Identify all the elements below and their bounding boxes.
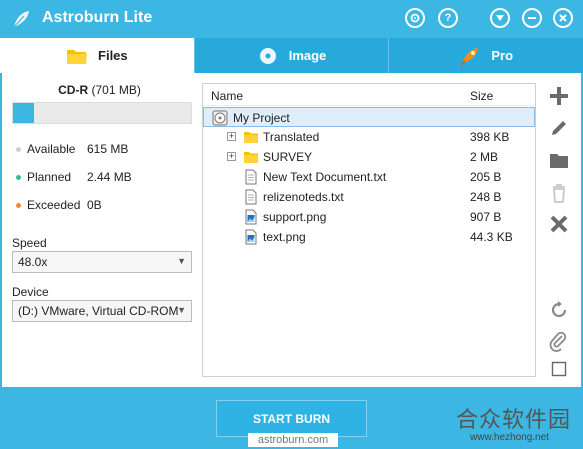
speed-value: 48.0x xyxy=(18,255,48,269)
file-size: 398 KB xyxy=(470,130,510,144)
stat-value: 615 MB xyxy=(87,142,129,156)
disc-icon xyxy=(212,110,228,126)
planned-dot xyxy=(16,174,21,180)
watermark: 合众软件园 www.hezhong.net xyxy=(450,400,580,445)
delete-icon[interactable] xyxy=(546,180,572,206)
file-size: 907 B xyxy=(470,210,502,224)
capacity-bar-fill xyxy=(13,103,35,123)
start-burn-button[interactable]: START BURN xyxy=(216,400,367,437)
capacity-bar xyxy=(12,102,192,124)
image-file-icon xyxy=(243,229,259,245)
app-title: Astroburn Lite xyxy=(42,9,153,26)
speed-label: Speed xyxy=(12,236,47,250)
file-row[interactable]: + SURVEY 2 MB xyxy=(203,147,535,167)
dropdown-icon[interactable] xyxy=(490,8,510,28)
stat-value: 2.44 MB xyxy=(87,170,132,184)
stat-label: Available xyxy=(27,142,76,156)
folder-icon xyxy=(243,149,259,165)
minimize-icon[interactable] xyxy=(522,8,542,28)
tab-label: Files xyxy=(98,48,128,63)
chevron-down-icon: ▼ xyxy=(177,305,186,315)
stat-value: 0B xyxy=(87,198,102,212)
file-name: text.png xyxy=(263,230,306,244)
file-size: 44.3 KB xyxy=(470,230,513,244)
files-panel: CD-R (701 MB) Available 615 MB Planned 2… xyxy=(2,73,581,387)
tab-label: Pro xyxy=(491,48,514,63)
tab-pro[interactable]: Pro xyxy=(388,38,583,73)
disc-capacity: (701 MB) xyxy=(91,83,141,97)
file-size: 2 MB xyxy=(470,150,499,164)
watermark-url: www.hezhong.net xyxy=(470,432,549,443)
refresh-icon[interactable] xyxy=(546,297,572,323)
file-size: 205 B xyxy=(470,170,502,184)
tab-label: Image xyxy=(288,48,327,63)
file-row[interactable]: relizenoteds.txt 248 B xyxy=(203,187,535,207)
text-file-icon xyxy=(243,189,259,205)
device-select[interactable]: (D:) VMware, Virtual CD-ROM ▼ xyxy=(12,300,192,322)
file-name: Translated xyxy=(263,130,320,144)
expand-icon[interactable]: + xyxy=(227,132,236,141)
attach-icon[interactable] xyxy=(546,329,572,355)
folder-icon xyxy=(243,129,259,145)
tab-image[interactable]: Image xyxy=(193,38,389,73)
settings-icon[interactable] xyxy=(405,8,425,28)
help-icon[interactable]: ? xyxy=(438,8,458,28)
main-tabs: Files Image Pro xyxy=(0,38,583,73)
stat-label: Exceeded xyxy=(27,198,81,212)
expand-icon[interactable]: + xyxy=(227,152,236,161)
file-row[interactable]: text.png 44.3 KB xyxy=(203,227,535,247)
file-name: New Text Document.txt xyxy=(263,170,387,184)
tab-files[interactable]: Files xyxy=(0,38,194,73)
new-folder-icon[interactable] xyxy=(546,147,572,173)
file-row[interactable]: My Project xyxy=(203,107,535,127)
file-list: Name Size My Project + Translated 398 KB + SU… xyxy=(202,83,536,377)
feather-logo-icon xyxy=(13,11,29,28)
close-icon[interactable] xyxy=(553,8,573,28)
disc-type: CD-R xyxy=(58,83,89,97)
file-row[interactable]: support.png 907 B xyxy=(203,207,535,227)
rename-icon[interactable] xyxy=(546,115,572,141)
side-toolbar xyxy=(546,83,574,383)
stat-planned: Planned 2.44 MB xyxy=(16,170,132,184)
add-icon[interactable] xyxy=(546,83,572,109)
column-size-header[interactable]: Size xyxy=(470,89,493,103)
disc-type-label: CD-R (701 MB) xyxy=(2,83,197,97)
website-link[interactable]: astroburn.com xyxy=(248,433,338,447)
checkbox-icon[interactable] xyxy=(546,356,572,382)
file-row[interactable]: + Translated 398 KB xyxy=(203,127,535,147)
file-row[interactable]: New Text Document.txt 205 B xyxy=(203,167,535,187)
title-bar: Astroburn Lite ? xyxy=(0,0,583,38)
remove-all-icon[interactable] xyxy=(546,211,572,237)
exceeded-dot xyxy=(16,202,21,208)
available-dot xyxy=(16,146,21,152)
column-name-header[interactable]: Name xyxy=(211,89,243,103)
text-file-icon xyxy=(243,169,259,185)
file-name: My Project xyxy=(233,111,290,125)
stat-exceeded: Exceeded 0B xyxy=(16,198,102,212)
stat-label: Planned xyxy=(27,170,72,184)
file-name: SURVEY xyxy=(263,150,313,164)
chevron-down-icon: ▼ xyxy=(177,256,186,266)
file-list-header: Name Size xyxy=(203,84,535,106)
file-list-rows: My Project + Translated 398 KB + SURVEY 2 MB Ne… xyxy=(203,107,535,247)
speed-select[interactable]: 48.0x ▼ xyxy=(12,251,192,273)
disc-image-icon xyxy=(259,47,276,64)
rocket-icon xyxy=(460,47,479,66)
stat-available: Available 615 MB xyxy=(16,142,128,156)
file-name: support.png xyxy=(263,210,327,224)
file-name: relizenoteds.txt xyxy=(263,190,344,204)
folder-icon xyxy=(67,49,88,64)
image-file-icon xyxy=(243,209,259,225)
file-size: 248 B xyxy=(470,190,502,204)
device-value: (D:) VMware, Virtual CD-ROM xyxy=(18,304,179,318)
device-label: Device xyxy=(12,285,49,299)
watermark-text: 合众软件园 xyxy=(456,407,572,432)
